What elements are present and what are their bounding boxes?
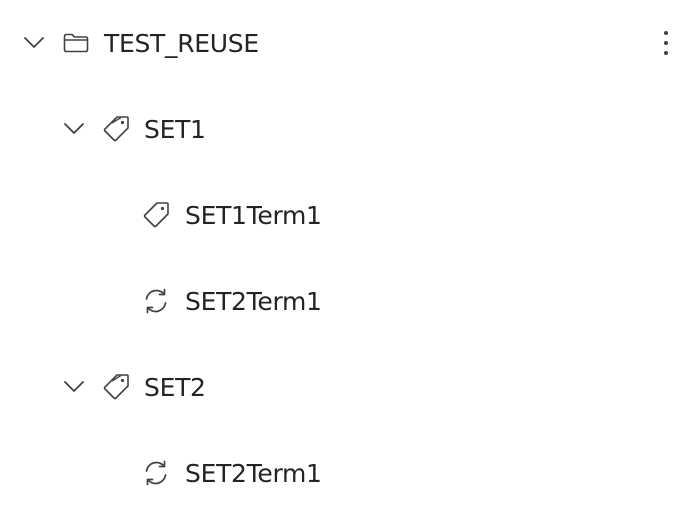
chevron-down-icon[interactable] [60,115,88,143]
tree-item-set1term1[interactable]: SET1Term1 [0,172,686,258]
tree-item-set2[interactable]: SET2 [0,344,686,430]
tree-item-label: SET2 [144,372,206,402]
tree-item-label: SET2Term1 [185,458,322,488]
tree-item-label: SET1 [144,114,206,144]
tree-item-set1[interactable]: SET1 [0,86,686,172]
tree-item-label: SET2Term1 [185,286,322,316]
more-options-icon[interactable] [654,25,678,61]
tree-item-set2term1[interactable]: SET2Term1 [0,258,686,344]
tag-icon [100,113,132,145]
more-dot [664,41,668,45]
tree-item-label: TEST_REUSE [104,28,259,58]
tag-icon [100,371,132,403]
tree-item-set2term1[interactable]: SET2Term1 [0,430,686,516]
sync-icon [140,457,172,489]
term-tree: TEST_REUSE SET1 SET1Term1 SET2Term1 SET2… [0,0,686,522]
more-dot [664,31,668,35]
sync-icon [140,285,172,317]
folder-icon [60,27,92,59]
tree-item-label: SET1Term1 [185,200,322,230]
tag-icon [140,199,172,231]
chevron-down-icon[interactable] [60,373,88,401]
tree-item-test-reuse[interactable]: TEST_REUSE [0,0,686,86]
chevron-down-icon[interactable] [20,29,48,57]
more-dot [664,51,668,55]
